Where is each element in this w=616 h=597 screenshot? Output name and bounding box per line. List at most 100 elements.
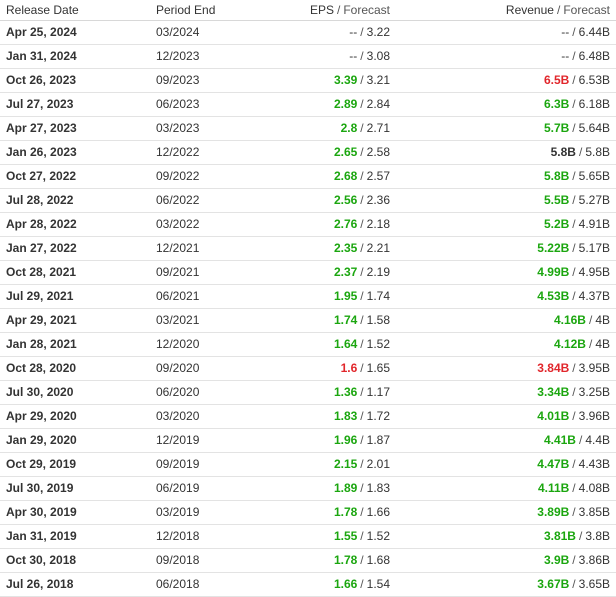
- eps-forecast: 1.68: [366, 553, 390, 567]
- eps-cell: 2.65/2.58: [274, 140, 396, 165]
- release-date: Jul 28, 2022: [6, 193, 74, 207]
- revenue-actual: 5.2B: [543, 217, 570, 231]
- table-row: Oct 27, 2022 09/2022 2.68/2.57 5.8B/5.65B: [0, 164, 616, 189]
- value-separator: /: [572, 73, 576, 87]
- eps-forecast: 3.08: [366, 49, 390, 63]
- value-separator: /: [360, 457, 364, 471]
- release-date-header[interactable]: Release Date: [0, 0, 150, 21]
- revenue-forecast: 3.86B: [578, 553, 610, 567]
- value-separator: /: [360, 217, 364, 231]
- value-separator: /: [572, 457, 576, 471]
- eps-forecast: 1.17: [366, 385, 390, 399]
- period-end-cell: 06/2022: [150, 188, 274, 213]
- period-end-cell: 12/2020: [150, 332, 274, 357]
- revenue-forecast: 5.27B: [578, 193, 610, 207]
- eps-forecast: 1.66: [366, 505, 390, 519]
- revenue-forecast: 3.95B: [578, 361, 610, 375]
- eps-actual: 1.83: [333, 409, 358, 423]
- eps-cell: 1.89/1.83: [274, 476, 396, 501]
- eps-cell: 3.39/3.21: [274, 68, 396, 93]
- eps-cell: 1.95/1.74: [274, 284, 396, 309]
- revenue-forecast: 5.65B: [578, 169, 610, 183]
- eps-cell: 2.76/2.18: [274, 212, 396, 237]
- eps-cell: 1.66/1.54: [274, 572, 396, 597]
- period-end-header[interactable]: Period End: [150, 0, 274, 21]
- period-end-cell: 12/2022: [150, 140, 274, 165]
- release-date: Oct 26, 2023: [6, 73, 77, 87]
- table-header: Release Date Period End EPS / Forecast Rev…: [0, 0, 616, 21]
- eps-forecast: 1.65: [366, 361, 390, 375]
- release-date: Apr 25, 2024: [6, 25, 77, 39]
- value-separator: /: [572, 49, 576, 63]
- eps-actual: 2.76: [333, 217, 358, 231]
- period-end: 12/2022: [156, 145, 200, 159]
- revenue-forecast: 3.65B: [578, 577, 610, 591]
- revenue-cell: 4.12B/4B: [396, 332, 616, 357]
- release-date: Apr 28, 2022: [6, 217, 77, 231]
- release-date: Jul 27, 2023: [6, 97, 74, 111]
- revenue-forecast: 4.08B: [578, 481, 610, 495]
- table-row: Apr 30, 2019 03/2019 1.78/1.66 3.89B/3.85B: [0, 500, 616, 525]
- value-separator: /: [572, 409, 576, 423]
- revenue-cell: 4.47B/4.43B: [396, 452, 616, 477]
- eps-actual: 1.36: [333, 385, 358, 399]
- value-separator: /: [572, 241, 576, 255]
- value-separator: /: [360, 265, 364, 279]
- value-separator: /: [572, 217, 576, 231]
- eps-actual: 1.6: [340, 361, 358, 375]
- release-date: Jan 26, 2023: [6, 145, 77, 159]
- value-separator: /: [360, 361, 364, 375]
- table-row: Jul 26, 2018 06/2018 1.66/1.54 3.67B/3.65B: [0, 572, 616, 597]
- table-row: Jul 30, 2019 06/2019 1.89/1.83 4.11B/4.08B: [0, 476, 616, 501]
- revenue-cell: 4.53B/4.37B: [396, 284, 616, 309]
- eps-cell: 2.15/2.01: [274, 452, 396, 477]
- value-separator: /: [360, 553, 364, 567]
- value-separator: /: [360, 73, 364, 87]
- eps-actual: 2.37: [333, 265, 358, 279]
- release-date: Jul 29, 2021: [6, 289, 74, 303]
- revenue-actual: 3.84B: [537, 361, 570, 375]
- eps-forecast: 2.01: [366, 457, 390, 471]
- table-row: Apr 29, 2020 03/2020 1.83/1.72 4.01B/3.96B: [0, 404, 616, 429]
- revenue-actual: 5.8B: [543, 169, 570, 183]
- revenue-header[interactable]: Revenue / Forecast: [396, 0, 616, 21]
- table-row: Jan 28, 2021 12/2020 1.64/1.52 4.12B/4B: [0, 332, 616, 357]
- eps-forecast: 1.87: [366, 433, 390, 447]
- period-end: 03/2024: [156, 25, 200, 39]
- period-end: 12/2021: [156, 241, 200, 255]
- table-row: Oct 28, 2021 09/2021 2.37/2.19 4.99B/4.95B: [0, 260, 616, 285]
- revenue-forecast: 4.37B: [578, 289, 610, 303]
- eps-actual: 2.35: [333, 241, 358, 255]
- eps-cell: 1.55/1.52: [274, 524, 396, 549]
- eps-cell: 1.96/1.87: [274, 428, 396, 453]
- eps-actual: 2.65: [333, 145, 358, 159]
- table-row: Jan 31, 2024 12/2023 --/3.08 --/6.48B: [0, 44, 616, 69]
- earnings-history-table: Release Date Period End EPS / Forecast Rev…: [0, 0, 616, 597]
- eps-actual: 1.96: [333, 433, 358, 447]
- value-separator: /: [572, 265, 576, 279]
- release-date: Jan 28, 2021: [6, 337, 77, 351]
- eps-header[interactable]: EPS / Forecast: [274, 0, 396, 21]
- table-row: Jan 31, 2019 12/2018 1.55/1.52 3.81B/3.8B: [0, 524, 616, 549]
- revenue-cell: 5.8B/5.65B: [396, 164, 616, 189]
- eps-actual: 1.55: [333, 529, 358, 543]
- period-end: 06/2023: [156, 97, 200, 111]
- release-date: Oct 27, 2022: [6, 169, 77, 183]
- eps-actual: 1.95: [333, 289, 358, 303]
- revenue-forecast: 3.25B: [578, 385, 610, 399]
- value-separator: /: [360, 193, 364, 207]
- header-row: Release Date Period End EPS / Forecast Rev…: [0, 0, 616, 21]
- revenue-actual: 4.47B: [537, 457, 570, 471]
- release-date-cell: Jan 31, 2019: [0, 524, 150, 549]
- value-separator: /: [360, 409, 364, 423]
- period-end: 03/2022: [156, 217, 200, 231]
- revenue-forecast: 5.64B: [578, 121, 610, 135]
- value-separator: /: [572, 553, 576, 567]
- eps-actual: 2.56: [333, 193, 358, 207]
- revenue-forecast: 5.8B: [585, 145, 610, 159]
- revenue-actual: 4.01B: [537, 409, 570, 423]
- value-separator: /: [360, 433, 364, 447]
- period-end: 09/2019: [156, 457, 200, 471]
- eps-forecast: 3.22: [366, 25, 390, 39]
- release-date-cell: Apr 29, 2021: [0, 308, 150, 333]
